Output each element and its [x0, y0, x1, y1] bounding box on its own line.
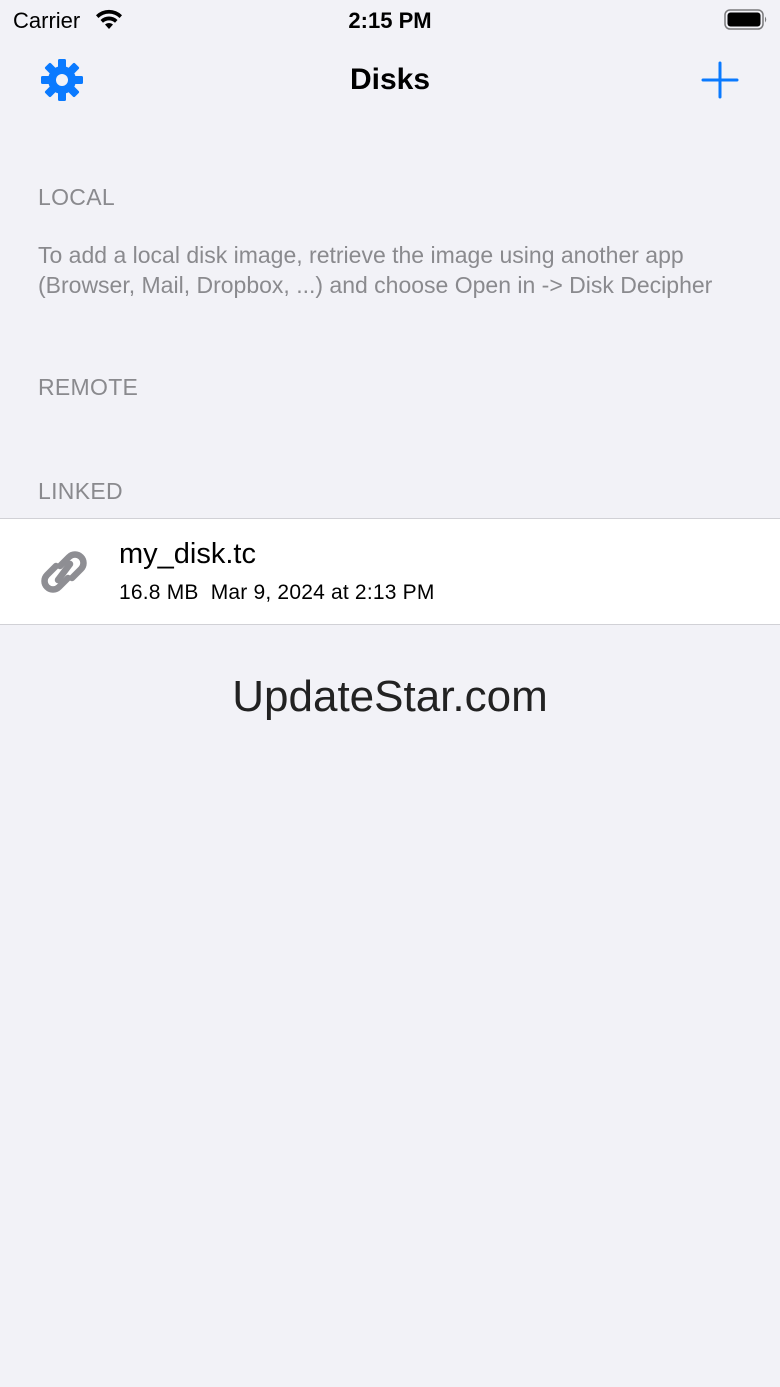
section-footer-local: To add a local disk image, retrieve the …	[38, 242, 713, 298]
section-header-linked: LINKED	[38, 478, 123, 504]
watermark: UpdateStar.com	[232, 672, 548, 721]
disk-size: 16.8 MB	[119, 581, 199, 604]
section-header-local: LOCAL	[38, 184, 115, 210]
linked-disk-list: my_disk.tc 16.8 MB Mar 9, 2024 at 2:13 P…	[0, 518, 780, 625]
link-icon	[41, 551, 87, 593]
disk-details: 16.8 MB Mar 9, 2024 at 2:13 PM	[119, 581, 435, 605]
battery-icon	[724, 9, 767, 30]
list-item[interactable]: my_disk.tc 16.8 MB Mar 9, 2024 at 2:13 P…	[0, 519, 780, 625]
disk-date: Mar 9, 2024 at 2:13 PM	[210, 581, 435, 604]
clock: 2:15 PM	[348, 8, 432, 33]
screen: Carrier 2:15 PM Disks LOCAL To add a loc…	[0, 0, 780, 1387]
page-title: Disks	[349, 63, 431, 96]
plus-icon	[701, 61, 739, 99]
navigation-bar: Disks	[0, 48, 780, 112]
status-bar: Carrier 2:15 PM	[0, 0, 780, 40]
section-header-remote: REMOTE	[38, 374, 139, 400]
disk-name: my_disk.tc	[119, 538, 256, 570]
add-disk-button[interactable]	[698, 58, 742, 102]
